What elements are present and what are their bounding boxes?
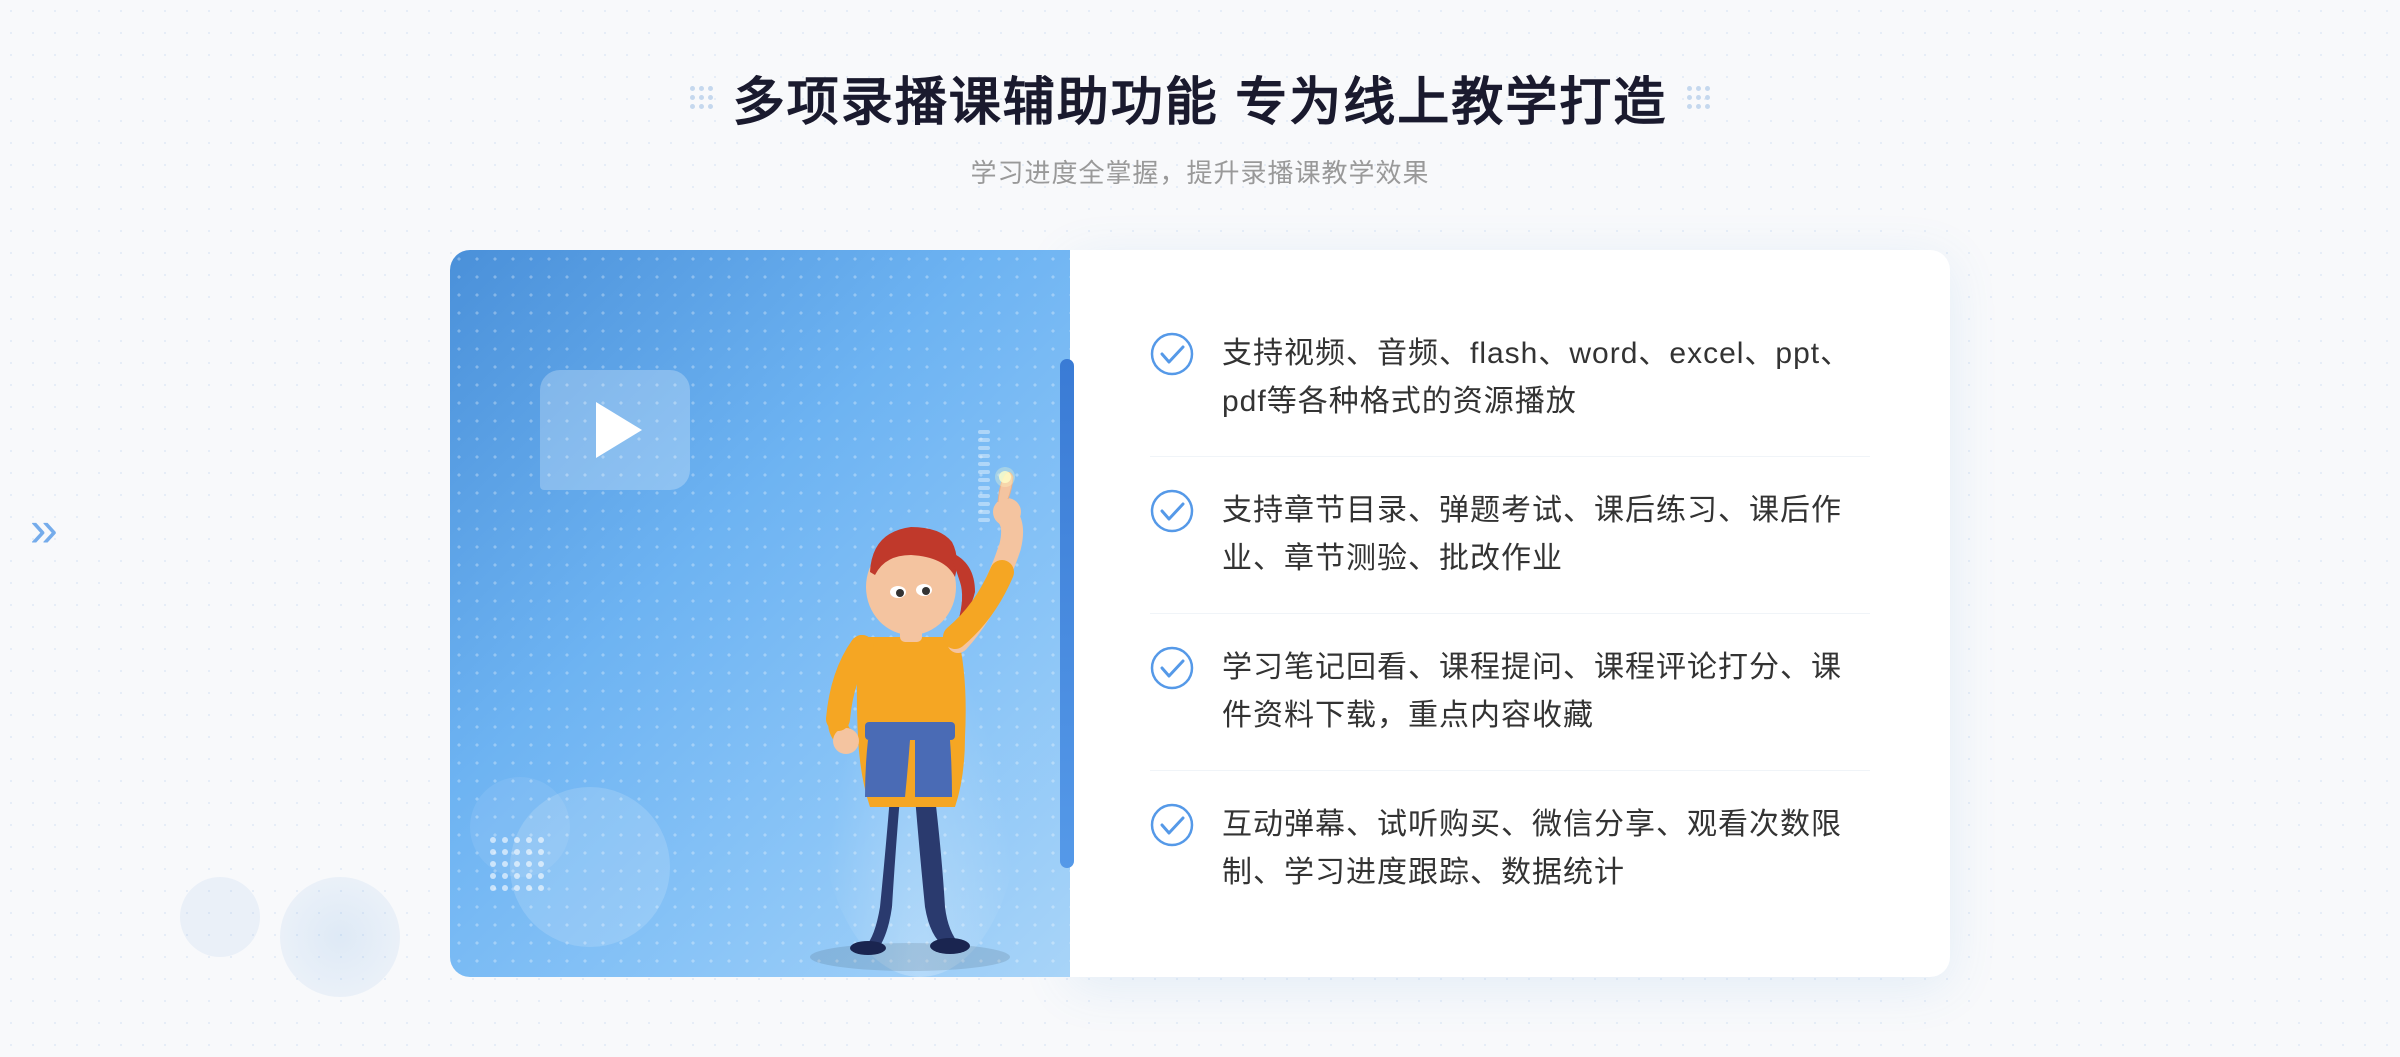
features-panel: 支持视频、音频、flash、word、excel、ppt、pdf等各种格式的资源… (1070, 250, 1950, 977)
left-decoration (690, 86, 713, 109)
deco-dots-group (490, 837, 544, 897)
feature-item-3: 学习笔记回看、课程提问、课程评论打分、课件资料下载，重点内容收藏 (1150, 614, 1870, 771)
right-dots (1687, 86, 1710, 109)
play-triangle-icon (596, 402, 642, 458)
play-bubble (540, 370, 690, 490)
check-icon-4 (1150, 803, 1194, 847)
person-illustration (730, 377, 1090, 977)
feature-item-1: 支持视频、音频、flash、word、excel、ppt、pdf等各种格式的资源… (1150, 300, 1870, 457)
check-icon-1 (1150, 332, 1194, 376)
deco-blob-2 (180, 877, 260, 957)
illustration-area (450, 250, 1070, 977)
check-icon-3 (1150, 646, 1194, 690)
subtitle: 学习进度全掌握，提升录播课教学效果 (690, 153, 1710, 190)
page-container: » 多项录播课辅助功能 专为线上教学打造 学习进度全掌 (0, 0, 2400, 1057)
right-decoration (1687, 86, 1710, 109)
feature-text-3: 学习笔记回看、课程提问、课程评论打分、课件资料下载，重点内容收藏 (1222, 644, 1870, 740)
deco-blob-1 (280, 877, 400, 997)
check-icon-2 (1150, 489, 1194, 533)
main-title: 多项录播课辅助功能 专为线上教学打造 (733, 60, 1667, 135)
feature-text-2: 支持章节目录、弹题考试、课后练习、课后作业、章节测验、批改作业 (1222, 487, 1870, 583)
left-chevron-icon: » (0, 500, 58, 558)
feature-item-2: 支持章节目录、弹题考试、课后练习、课后作业、章节测验、批改作业 (1150, 457, 1870, 614)
feature-text-1: 支持视频、音频、flash、word、excel、ppt、pdf等各种格式的资源… (1222, 330, 1870, 426)
content-section: 支持视频、音频、flash、word、excel、ppt、pdf等各种格式的资源… (450, 250, 1950, 977)
feature-item-4: 互动弹幕、试听购买、微信分享、观看次数限制、学习进度跟踪、数据统计 (1150, 771, 1870, 927)
header-section: 多项录播课辅助功能 专为线上教学打造 学习进度全掌握，提升录播课教学效果 (690, 60, 1710, 190)
feature-text-4: 互动弹幕、试听购买、微信分享、观看次数限制、学习进度跟踪、数据统计 (1222, 801, 1870, 897)
left-dots (690, 86, 713, 109)
title-row: 多项录播课辅助功能 专为线上教学打造 (690, 60, 1710, 135)
vertical-separator (1060, 359, 1074, 868)
